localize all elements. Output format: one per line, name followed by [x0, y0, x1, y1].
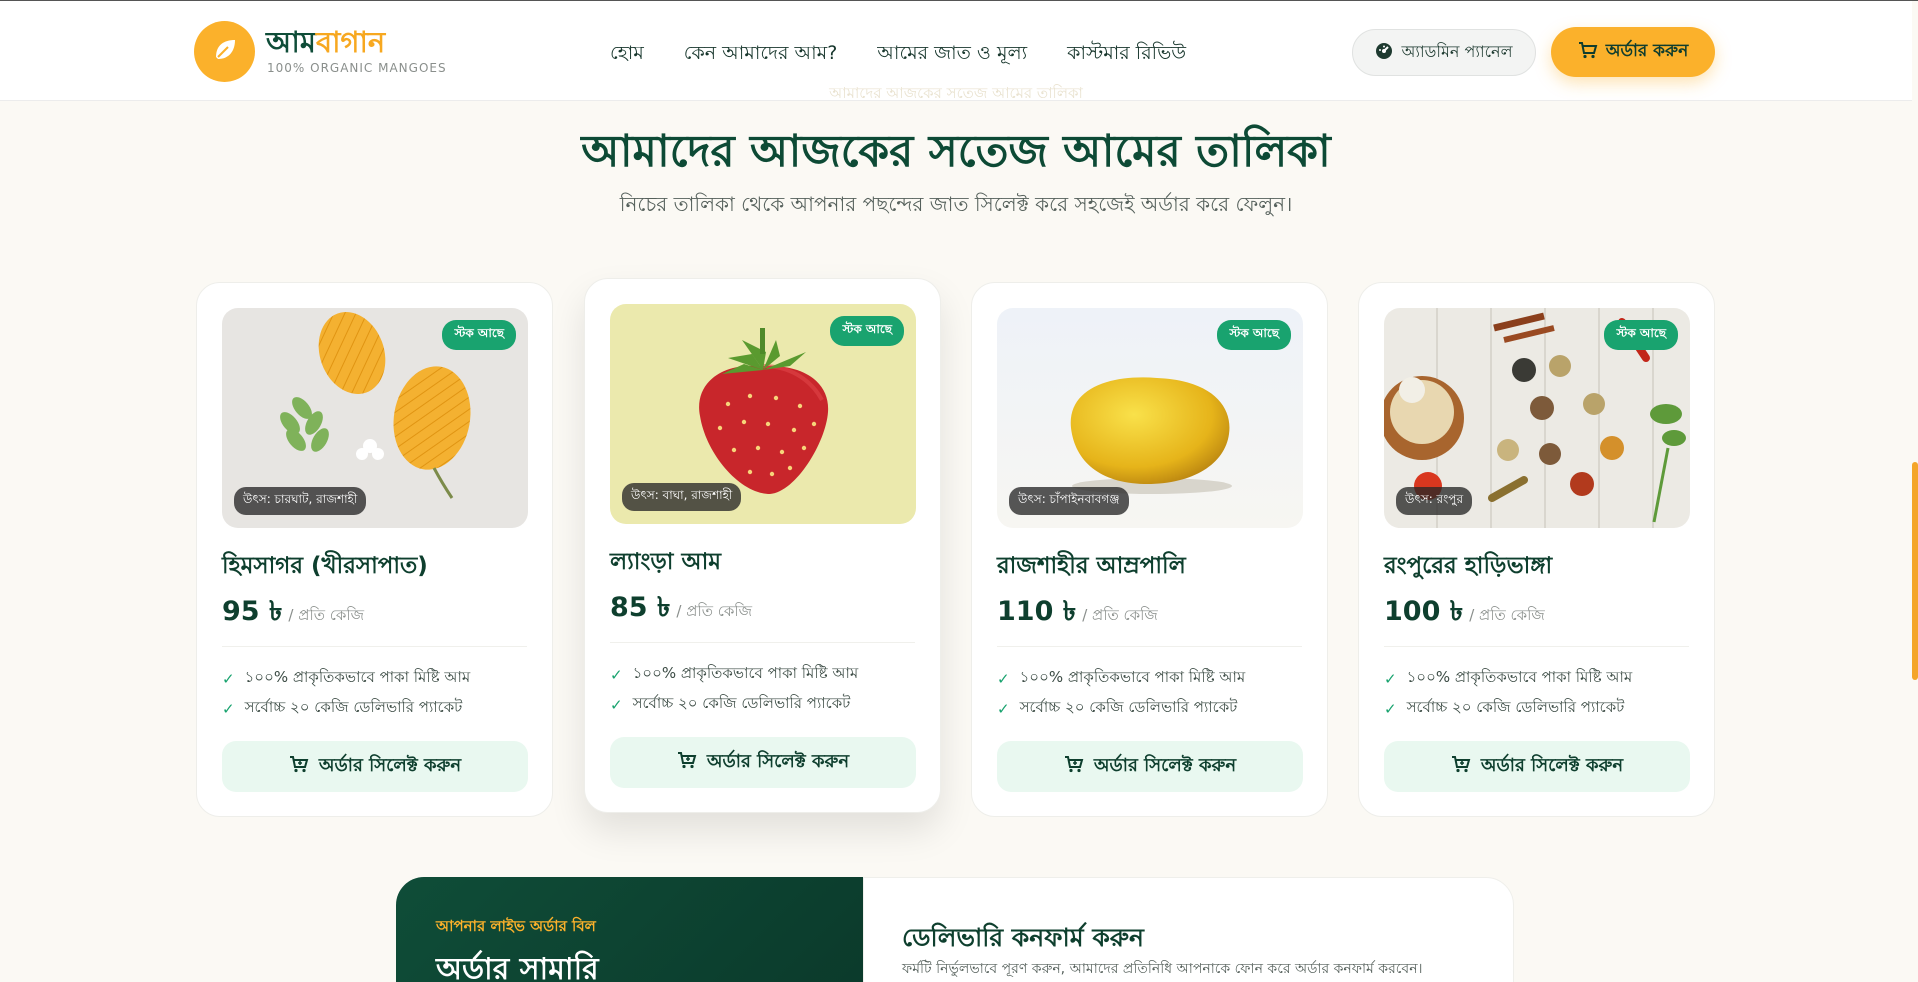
card-divider [610, 642, 915, 643]
feature-item: ✓ সর্বোচ্চ ২০ কেজি ডেলিভারি প্যাকেট [1384, 696, 1624, 721]
delivery-form-title: ডেলিভারি কনফার্ম করুন [902, 923, 1144, 952]
brand-name-part2: বাগান [315, 25, 386, 59]
order-summary-title: অর্ডার সামারি [436, 952, 599, 982]
product-name: রাজশাহীর আম্রপালি [997, 553, 1186, 579]
leaf-icon [210, 35, 240, 69]
feature-item: ✓ সর্বোচ্চ ২০ কেজি ডেলিভারি প্যাকেট [610, 692, 850, 717]
stock-badge: স্টক আছে [442, 320, 516, 350]
brand-name-part1: আম [266, 25, 316, 59]
price-unit: / প্রতি কেজি [1082, 606, 1158, 624]
feature-item: ✓ ১০০% প্রাকৃতিকভাবে পাকা মিষ্টি আম [997, 666, 1245, 691]
nav-link-home[interactable]: হোম [610, 39, 644, 71]
stock-badge: স্টক আছে [1217, 320, 1291, 350]
product-name: হিমসাগর (খীরসাপাত) [222, 553, 428, 579]
product-card-langra: স্টক আছে উৎস: বাঘা, রাজশাহী ল্যাংড়া আম … [584, 278, 941, 813]
card-divider [997, 646, 1302, 647]
origin-badge: উৎস: বাঘা, রাজশাহী [622, 483, 742, 511]
price-value: 110 ৳ [997, 596, 1077, 627]
product-price: 85 ৳ / প্রতি কেজি [610, 587, 752, 632]
admin-panel-button[interactable]: অ্যাডমিন প্যানেল [1352, 29, 1536, 76]
price-value: 85 ৳ [610, 592, 671, 623]
product-price: 100 ৳ / প্রতি কেজি [1384, 591, 1545, 636]
origin-badge: উৎস: চাঁপাইনবাবগঞ্জ [1009, 487, 1129, 515]
product-image-whole-mango: স্টক আছে উৎস: চাঁপাইনবাবগঞ্জ [997, 308, 1303, 528]
order-summary-kicker: আপনার লাইভ অর্ডার বিল [436, 917, 596, 935]
product-image-strawberry: স্টক আছে উৎস: বাঘা, রাজশাহী [610, 304, 916, 524]
feature-text: সর্বোচ্চ ২০ কেজি ডেলিভারি প্যাকেট [632, 694, 851, 712]
feature-item: ✓ সর্বোচ্চ ২০ কেজি ডেলিভারি প্যাকেট [997, 696, 1237, 721]
select-order-label: অর্ডার সিলেক্ট করুন [1093, 755, 1237, 776]
product-image-spices: স্টক আছে উৎস: রংপুর [1384, 308, 1690, 528]
product-name: রংপুরের হাড়িভাঙ্গা [1384, 553, 1553, 579]
section-eyebrow: আমাদের আজকের সতেজ আমের তালিকা [829, 84, 1083, 102]
select-order-button[interactable]: অর্ডার সিলেক্ট করুন [222, 741, 528, 792]
cart-icon [1578, 41, 1598, 64]
price-unit: / প্রতি কেজি [288, 606, 365, 624]
brand-tagline: 100% ORGANIC MANGOES [267, 61, 447, 75]
main-nav: হোম কেন আমাদের আম? আমের জাত ও মূল্য কাস্… [610, 39, 1186, 71]
delivery-form-subtitle: ফর্মটি নির্ভুলভাবে পূরণ করুন, আমাদের প্র… [902, 961, 1423, 977]
select-order-label: অর্ডার সিলেক্ট করুন [706, 751, 850, 772]
product-card-himsagar: স্টক আছে উৎস: চারঘাট, রাজশাহী হিমসাগর (খ… [196, 282, 553, 817]
check-icon: ✓ [610, 695, 623, 714]
feature-text: ১০০% প্রাকৃতিকভাবে পাকা মিষ্টি আম [1019, 668, 1246, 686]
section-title: আমাদের আজকের সতেজ আমের তালিকা [581, 126, 1331, 177]
feature-text: সর্বোচ্চ ২০ কেজি ডেলিভারি প্যাকেট [1406, 698, 1625, 716]
order-now-label: অর্ডার করুন [1605, 41, 1689, 61]
card-divider [222, 646, 527, 647]
select-order-button[interactable]: অর্ডার সিলেক্ট করুন [997, 741, 1303, 792]
check-icon: ✓ [610, 665, 623, 684]
price-value: 95 ৳ [222, 596, 283, 627]
order-summary-panel: আপনার লাইভ অর্ডার বিল অর্ডার সামারি [396, 877, 863, 982]
cart-plus-icon [1064, 755, 1084, 778]
feature-item: ✓ ১০০% প্রাকৃতিকভাবে পাকা মিষ্টি আম [1384, 666, 1632, 691]
origin-badge: উৎস: রংপুর [1396, 487, 1473, 515]
origin-badge: উৎস: চারঘাট, রাজশাহী [234, 487, 367, 515]
product-image-mango-slices: স্টক আছে উৎস: চারঘাট, রাজশাহী [222, 308, 528, 528]
product-name: ল্যাংড়া আম [610, 549, 722, 575]
nav-link-reviews[interactable]: কাস্টমার রিভিউ [1067, 39, 1186, 71]
order-now-button[interactable]: অর্ডার করুন [1551, 27, 1715, 77]
check-icon: ✓ [222, 669, 235, 688]
stock-badge: স্টক আছে [830, 316, 904, 346]
feature-text: ১০০% প্রাকৃতিকভাবে পাকা মিষ্টি আম [1406, 668, 1633, 686]
price-value: 100 ৳ [1384, 596, 1464, 627]
gauge-icon [1375, 42, 1393, 64]
logo-badge[interactable] [194, 21, 255, 82]
cart-plus-icon [1451, 755, 1471, 778]
price-unit: / প্রতি কেজি [676, 602, 753, 620]
feature-text: ১০০% প্রাকৃতিকভাবে পাকা মিষ্টি আম [632, 664, 859, 682]
feature-text: সর্বোচ্চ ২০ কেজি ডেলিভারি প্যাকেট [244, 698, 463, 716]
nav-link-varieties-prices[interactable]: আমের জাত ও মূল্য [877, 39, 1027, 71]
delivery-form-panel: ডেলিভারি কনফার্ম করুন ফর্মটি নির্ভুলভাবে… [863, 877, 1514, 982]
product-card-amrapali: স্টক আছে উৎস: চাঁপাইনবাবগঞ্জ রাজশাহীর আম… [971, 282, 1328, 817]
feature-item: ✓ ১০০% প্রাকৃতিকভাবে পাকা মিষ্টি আম [610, 662, 858, 687]
product-price: 95 ৳ / প্রতি কেজি [222, 591, 364, 636]
feature-item: ✓ সর্বোচ্চ ২০ কেজি ডেলিভারি প্যাকেট [222, 696, 462, 721]
check-icon: ✓ [222, 699, 235, 718]
admin-panel-label: অ্যাডমিন প্যানেল [1401, 42, 1513, 61]
page-scrollbar-thumb[interactable] [1912, 462, 1918, 680]
card-divider [1384, 646, 1689, 647]
select-order-label: অর্ডার সিলেক্ট করুন [1480, 755, 1624, 776]
nav-link-why-us[interactable]: কেন আমাদের আম? [684, 39, 838, 71]
section-subtitle: নিচের তালিকা থেকে আপনার পছন্দের জাত সিলে… [619, 192, 1293, 216]
price-unit: / প্রতি কেজি [1469, 606, 1545, 624]
product-price: 110 ৳ / প্রতি কেজি [997, 591, 1158, 636]
select-order-button[interactable]: অর্ডার সিলেক্ট করুন [610, 737, 916, 788]
select-order-label: অর্ডার সিলেক্ট করুন [318, 755, 462, 776]
brand-name[interactable]: আমবাগান [266, 25, 385, 59]
feature-item: ✓ ১০০% প্রাকৃতিকভাবে পাকা মিষ্টি আম [222, 666, 470, 691]
stock-badge: স্টক আছে [1604, 320, 1678, 350]
cart-plus-icon [677, 751, 697, 774]
check-icon: ✓ [997, 699, 1010, 718]
cart-plus-icon [289, 755, 309, 778]
check-icon: ✓ [1384, 699, 1397, 718]
product-card-haribhanga: স্টক আছে উৎস: রংপুর রংপুরের হাড়িভাঙ্গা … [1358, 282, 1715, 817]
check-icon: ✓ [1384, 669, 1397, 688]
check-icon: ✓ [997, 669, 1010, 688]
select-order-button[interactable]: অর্ডার সিলেক্ট করুন [1384, 741, 1690, 792]
feature-text: সর্বোচ্চ ২০ কেজি ডেলিভারি প্যাকেট [1019, 698, 1238, 716]
feature-text: ১০০% প্রাকৃতিকভাবে পাকা মিষ্টি আম [244, 668, 471, 686]
